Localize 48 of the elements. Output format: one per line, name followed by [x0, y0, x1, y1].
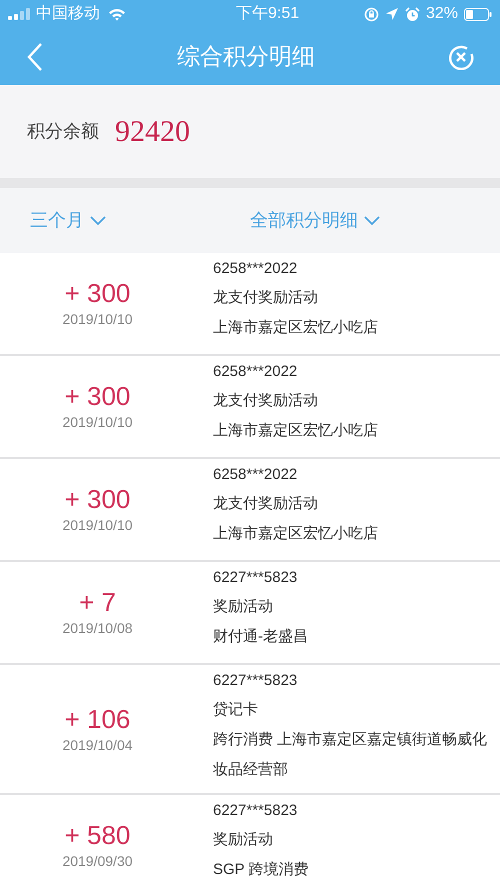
card-number: 6227***5823: [213, 671, 298, 691]
filter-dropdown[interactable]: 三个月: [30, 207, 180, 234]
balance-label: 积分余额: [27, 120, 99, 143]
battery-percent: 32%: [426, 4, 458, 24]
points-amount: + 300: [64, 483, 130, 515]
transaction-type: 贷记卡: [213, 700, 259, 720]
location-icon: [384, 7, 399, 21]
balance-value: 92420: [115, 114, 190, 150]
points-amount: + 300: [64, 380, 130, 412]
chevron-down-icon: [364, 216, 380, 226]
card-number: 6258***2022: [213, 362, 298, 382]
back-icon[interactable]: [26, 42, 44, 72]
carrier-name: 中国移动: [36, 4, 100, 24]
card-number: 6258***2022: [213, 259, 298, 279]
signal-icon: [8, 8, 32, 20]
status-time: 下午9:51: [236, 4, 300, 24]
merchant-name: SGP 跨境消费: [213, 860, 309, 880]
points-amount: + 7: [79, 586, 116, 618]
points-amount: + 580: [64, 819, 130, 851]
card-number: 6227***5823: [213, 801, 298, 821]
record-date: 2019/09/30: [62, 852, 133, 871]
transaction-type: 龙支付奖励活动: [213, 494, 319, 514]
merchant-name: 财付通-老盛昌: [213, 627, 308, 647]
merchant-name: 上海市嘉定区宏忆小吃店: [213, 318, 378, 338]
record-date: 2019/10/10: [62, 516, 133, 535]
points-amount: + 300: [64, 277, 130, 309]
merchant-name: 跨行消费 上海市嘉定区嘉定镇街道畅威化妆品经营部: [213, 730, 488, 780]
transaction-type: 奖励活动: [213, 830, 274, 850]
record-date: 2019/10/04: [62, 736, 133, 754]
card-number: 6258***2022: [213, 465, 298, 485]
page-title: 综合积分明细: [177, 42, 315, 72]
rotation-lock-icon: [364, 6, 379, 22]
record-date: 2019/10/10: [62, 413, 133, 432]
close-icon[interactable]: [448, 44, 474, 70]
merchant-name: 上海市嘉定区宏忆小吃店: [213, 524, 378, 544]
battery-icon: [464, 8, 492, 20]
record-date: 2019/10/10: [62, 310, 133, 329]
merchant-name: 上海市嘉定区宏忆小吃店: [213, 421, 378, 441]
points-amount: + 106: [64, 702, 130, 734]
transaction-type: 奖励活动: [213, 597, 274, 617]
chevron-down-icon: [90, 216, 106, 226]
alarm-icon: [404, 6, 420, 22]
wifi-icon: [108, 8, 126, 20]
filter-dropdown[interactable]: 全部积分明细: [250, 207, 380, 234]
card-number: 6227***5823: [213, 568, 298, 588]
transaction-type: 龙支付奖励活动: [213, 391, 319, 411]
transaction-type: 龙支付奖励活动: [213, 288, 319, 308]
record-date: 2019/10/08: [62, 619, 133, 638]
